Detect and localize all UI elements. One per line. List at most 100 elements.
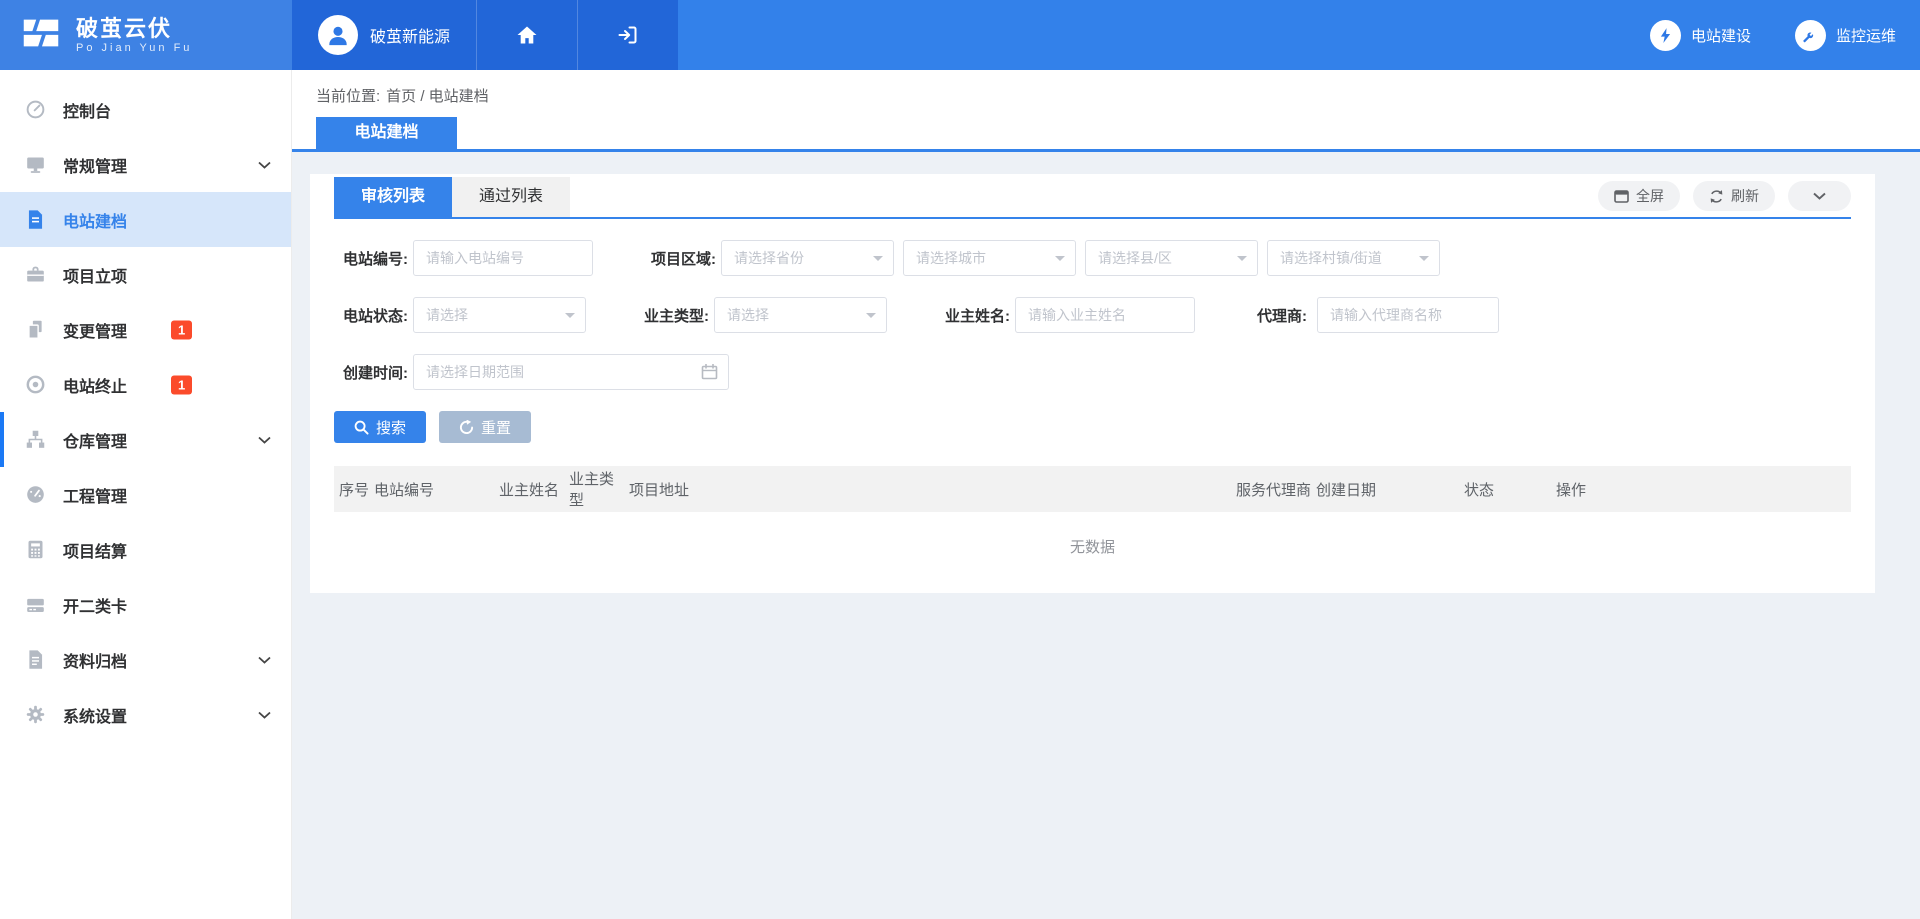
table-header: 序号 电站编号 业主姓名 业主类型 项目地址 服务代理商 创建日期 状态 操作: [334, 466, 1851, 512]
notification-badge: 1: [171, 320, 192, 339]
reset-label: 重置: [481, 417, 511, 438]
chevron-down-icon: [258, 436, 271, 444]
sidebar-item-type2-card[interactable]: 开二类卡: [0, 577, 291, 632]
sidebar-item-label: 控制台: [63, 98, 111, 122]
sidebar-item-engineering-mgmt[interactable]: 工程管理: [0, 467, 291, 522]
city-placeholder: 请选择城市: [916, 248, 1055, 268]
tab-passed-list[interactable]: 通过列表: [452, 177, 570, 217]
agent-input[interactable]: [1317, 297, 1499, 333]
filter-actions: 搜索 重置: [334, 411, 1851, 443]
sidebar-item-console[interactable]: 控制台: [0, 82, 291, 137]
company-name: 破茧新能源: [370, 23, 450, 47]
breadcrumb: 当前位置: 首页 / 电站建档: [316, 85, 1896, 106]
owner-name-input[interactable]: [1015, 297, 1195, 333]
main-area: 当前位置: 首页 / 电站建档 电站建档 审核列表 通过列表 全屏: [292, 70, 1920, 919]
nav-station-build-label: 电站建设: [1691, 25, 1751, 46]
content-area: 审核列表 通过列表 全屏: [292, 152, 1920, 593]
table-col-index: 序号: [334, 479, 369, 500]
app-header: 破茧云伏 Po Jian Yun Fu 破茧新能源: [0, 0, 1920, 70]
brand-title: 破茧云伏: [76, 16, 192, 42]
search-label: 搜索: [376, 417, 406, 438]
brand-subtitle: Po Jian Yun Fu: [76, 42, 192, 55]
gear-icon: [24, 704, 46, 726]
sidebar-item-change-mgmt[interactable]: 变更管理 1: [0, 302, 291, 357]
city-select[interactable]: 请选择城市: [903, 240, 1076, 276]
monitor-icon: [24, 154, 46, 176]
table-col-owner-type: 业主类型: [564, 468, 624, 510]
caret-down-icon: [866, 313, 876, 323]
sidebar-item-label: 开二类卡: [63, 593, 127, 617]
table-col-agent: 服务代理商: [1231, 479, 1311, 500]
sidebar-item-station-termination[interactable]: 电站终止 1: [0, 357, 291, 412]
table-col-address: 项目地址: [624, 479, 1231, 500]
village-select[interactable]: 请选择村镇/街道: [1267, 240, 1440, 276]
filter-row-2: 电站状态: 请选择 业主类型: 请选择 业主姓名: 代理商:: [334, 297, 1851, 333]
sidebar-item-warehouse-mgmt[interactable]: 仓库管理: [0, 412, 291, 467]
create-time-label: 创建时间:: [334, 362, 408, 383]
status-placeholder: 请选择: [426, 305, 565, 325]
sidebar-item-project-initiation[interactable]: 项目立项: [0, 247, 291, 302]
fullscreen-button[interactable]: 全屏: [1598, 181, 1680, 211]
sidebar-item-general-mgmt[interactable]: 常规管理: [0, 137, 291, 192]
sidebar-item-system-settings[interactable]: 系统设置: [0, 687, 291, 742]
station-no-input[interactable]: [413, 240, 593, 276]
gauge-icon: [24, 484, 46, 506]
owner-name-label: 业主姓名:: [936, 305, 1010, 326]
caret-down-icon: [1419, 256, 1429, 266]
table-col-status: 状态: [1459, 479, 1551, 500]
table-col-create-date: 创建日期: [1311, 479, 1459, 500]
filter-row-1: 电站编号: 项目区域: 请选择省份 请选择城市 请选择县/区 请选择村镇/街道: [334, 240, 1851, 276]
station-no-label: 电站编号:: [334, 248, 408, 269]
sidebar-item-label: 电站建档: [63, 208, 127, 232]
app-logo: 破茧云伏 Po Jian Yun Fu: [0, 0, 292, 70]
nav-monitor-ops[interactable]: 监控运维: [1795, 20, 1896, 51]
search-icon: [354, 420, 369, 435]
panel: 审核列表 通过列表 全屏: [310, 174, 1875, 593]
tab-review-list[interactable]: 审核列表: [334, 177, 452, 217]
caret-down-icon: [873, 256, 883, 266]
refresh-button[interactable]: 刷新: [1693, 181, 1775, 211]
fullscreen-label: 全屏: [1636, 186, 1664, 206]
card-icon: [24, 594, 46, 616]
sidebar-item-station-archive[interactable]: 电站建档: [0, 192, 291, 247]
copy-icon: [24, 319, 46, 341]
sidebar-item-label: 资料归档: [63, 648, 127, 672]
owner-type-select[interactable]: 请选择: [714, 297, 887, 333]
caret-down-icon: [1055, 256, 1065, 266]
province-placeholder: 请选择省份: [734, 248, 873, 268]
filter-row-3: 创建时间:: [334, 354, 1851, 390]
date-range-input[interactable]: [413, 354, 729, 390]
county-select[interactable]: 请选择县/区: [1085, 240, 1258, 276]
collapse-button[interactable]: [1788, 181, 1851, 211]
sidebar-item-label: 项目结算: [63, 538, 127, 562]
date-range-picker[interactable]: [413, 354, 729, 390]
reset-icon: [459, 420, 474, 435]
user-menu[interactable]: 破茧新能源: [292, 0, 476, 70]
logout-button[interactable]: [577, 0, 678, 70]
chevron-down-icon: [258, 711, 271, 719]
sidebar-item-project-settlement[interactable]: 项目结算: [0, 522, 291, 577]
header-nav: 破茧新能源: [292, 0, 678, 70]
breadcrumb-path[interactable]: 首页 / 电站建档: [386, 88, 489, 105]
fullscreen-icon: [1614, 190, 1629, 203]
page-tab[interactable]: 电站建档: [316, 117, 457, 149]
station-status-select[interactable]: 请选择: [413, 297, 586, 333]
reset-button[interactable]: 重置: [439, 411, 531, 443]
sidebar-item-label: 工程管理: [63, 483, 127, 507]
sidebar-item-data-archive[interactable]: 资料归档: [0, 632, 291, 687]
brand-logo-icon: [18, 10, 64, 61]
table-col-owner-name: 业主姓名: [494, 479, 564, 500]
breadcrumb-prefix: 当前位置:: [316, 88, 380, 105]
nav-station-build[interactable]: 电站建设: [1650, 20, 1751, 51]
province-select[interactable]: 请选择省份: [721, 240, 894, 276]
notification-badge: 1: [171, 375, 192, 394]
lightning-icon: [1650, 20, 1681, 51]
county-placeholder: 请选择县/区: [1098, 248, 1237, 268]
calendar-icon: [701, 363, 718, 385]
sitemap-icon: [24, 429, 46, 451]
sidebar-item-label: 常规管理: [63, 153, 127, 177]
dashboard-icon: [24, 99, 46, 121]
search-button[interactable]: 搜索: [334, 411, 426, 443]
home-button[interactable]: [476, 0, 577, 70]
region-label: 项目区域:: [642, 248, 716, 269]
